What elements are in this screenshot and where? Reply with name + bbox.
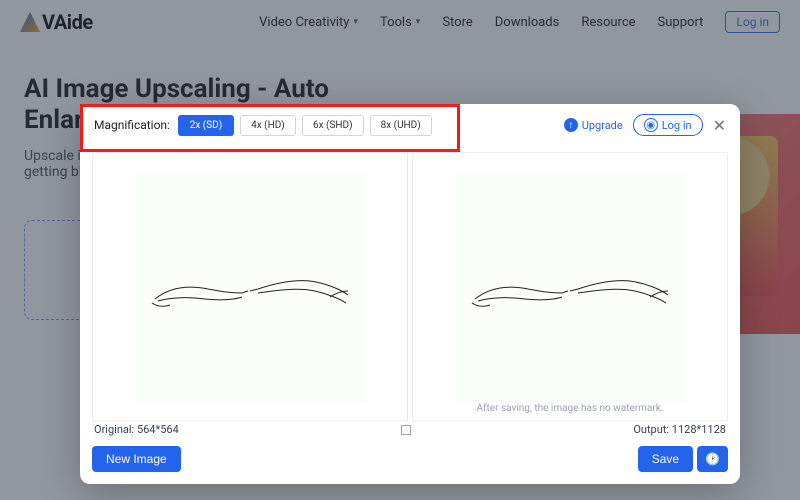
watermark-note: After saving, the image has no watermark… <box>413 403 727 414</box>
mag-option-2x[interactable]: 2x (SD) <box>178 115 234 136</box>
clock-icon: 🕑 <box>705 452 720 466</box>
magnification-options: 2x (SD) 4x (HD) 6x (SHD) 8x (UHD) <box>178 115 432 136</box>
new-image-button[interactable]: New Image <box>92 446 181 472</box>
dialog-body: After saving, the image has no watermark… <box>80 146 740 421</box>
original-dimensions: Original: 564*564 <box>94 423 179 436</box>
dialog-meta: Original: 564*564 Output: 1128*1128 <box>80 421 740 440</box>
mag-option-8x[interactable]: 8x (UHD) <box>370 115 432 136</box>
magnification-control: Magnification: 2x (SD) 4x (HD) 6x (SHD) … <box>94 115 432 136</box>
mag-option-4x[interactable]: 4x (HD) <box>240 115 296 136</box>
dialog-footer: New Image Save 🕑 <box>80 440 740 484</box>
dialog-header: Magnification: 2x (SD) 4x (HD) 6x (SHD) … <box>80 104 740 146</box>
save-button[interactable]: Save <box>638 446 693 472</box>
upscale-dialog: Magnification: 2x (SD) 4x (HD) 6x (SHD) … <box>80 104 740 484</box>
compare-toggle-icon[interactable] <box>401 425 411 435</box>
original-panel <box>92 152 408 421</box>
save-history-button[interactable]: 🕑 <box>697 446 728 472</box>
output-image <box>455 172 685 402</box>
user-icon: ◉ <box>644 118 658 132</box>
upgrade-icon: ↑ <box>564 118 578 132</box>
hands-artwork-icon <box>470 257 670 317</box>
magnification-label: Magnification: <box>94 118 170 132</box>
mag-option-6x[interactable]: 6x (SHD) <box>302 115 364 136</box>
close-icon[interactable]: ✕ <box>713 116 726 135</box>
output-dimensions: Output: 1128*1128 <box>633 423 726 436</box>
dialog-login-button[interactable]: ◉ Log in <box>633 114 703 136</box>
upgrade-button[interactable]: ↑ Upgrade <box>564 118 623 132</box>
original-image <box>135 172 365 402</box>
output-panel: After saving, the image has no watermark… <box>412 152 728 421</box>
hands-artwork-icon <box>150 257 350 317</box>
